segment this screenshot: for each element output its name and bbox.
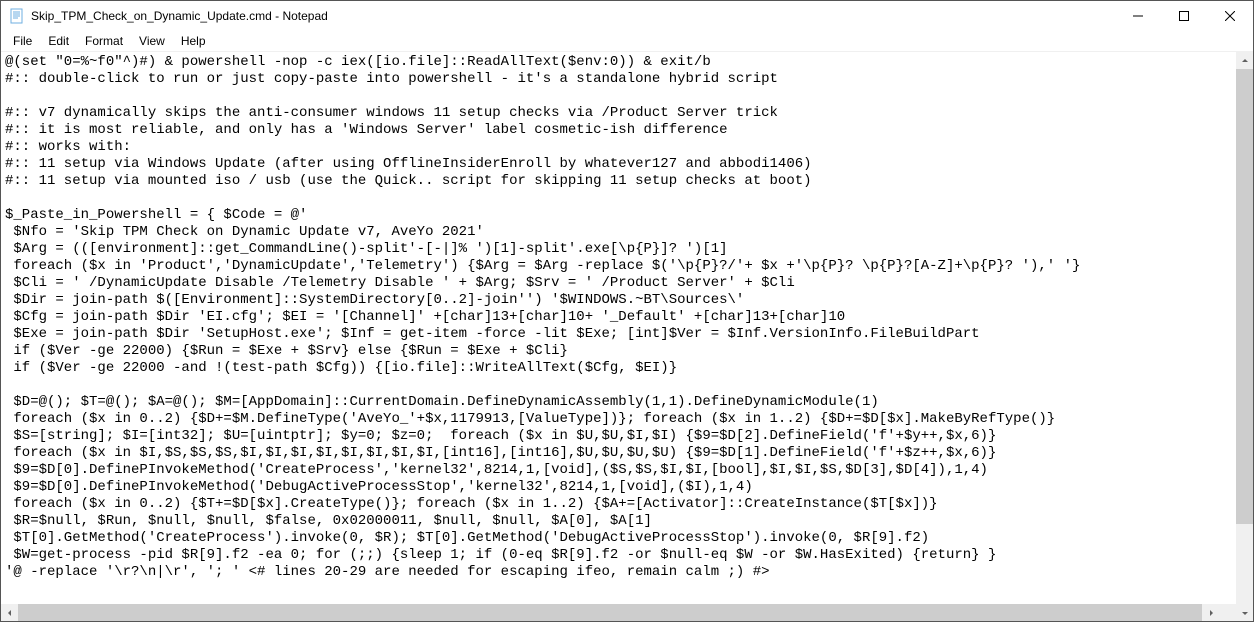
- menu-help[interactable]: Help: [173, 33, 214, 49]
- scroll-track-horizontal[interactable]: [18, 604, 1202, 621]
- scroll-down-arrow-icon[interactable]: [1236, 604, 1253, 621]
- vertical-scrollbar[interactable]: [1236, 52, 1253, 621]
- maximize-button[interactable]: [1161, 1, 1207, 31]
- window-title: Skip_TPM_Check_on_Dynamic_Update.cmd - N…: [31, 9, 1115, 23]
- menu-view[interactable]: View: [131, 33, 173, 49]
- scroll-thumb-horizontal[interactable]: [18, 604, 1202, 621]
- menu-file[interactable]: File: [5, 33, 40, 49]
- main-area: @(set "0=%~f0"^)#) & powershell -nop -c …: [1, 52, 1236, 621]
- notepad-window: Skip_TPM_Check_on_Dynamic_Update.cmd - N…: [0, 0, 1254, 622]
- close-button[interactable]: [1207, 1, 1253, 31]
- menu-format[interactable]: Format: [77, 33, 131, 49]
- scroll-thumb-vertical[interactable]: [1236, 69, 1253, 524]
- scroll-corner: [1219, 604, 1236, 621]
- scroll-up-arrow-icon[interactable]: [1236, 52, 1253, 69]
- titlebar[interactable]: Skip_TPM_Check_on_Dynamic_Update.cmd - N…: [1, 1, 1253, 31]
- notepad-icon: [9, 8, 25, 24]
- text-editor[interactable]: @(set "0=%~f0"^)#) & powershell -nop -c …: [1, 52, 1236, 604]
- scroll-right-arrow-icon[interactable]: [1202, 604, 1219, 621]
- content-area: @(set "0=%~f0"^)#) & powershell -nop -c …: [1, 51, 1253, 621]
- minimize-button[interactable]: [1115, 1, 1161, 31]
- menubar: File Edit Format View Help: [1, 31, 1253, 51]
- horizontal-scrollbar[interactable]: [1, 604, 1236, 621]
- scroll-left-arrow-icon[interactable]: [1, 604, 18, 621]
- window-controls: [1115, 1, 1253, 31]
- menu-edit[interactable]: Edit: [40, 33, 77, 49]
- scroll-track-vertical[interactable]: [1236, 69, 1253, 604]
